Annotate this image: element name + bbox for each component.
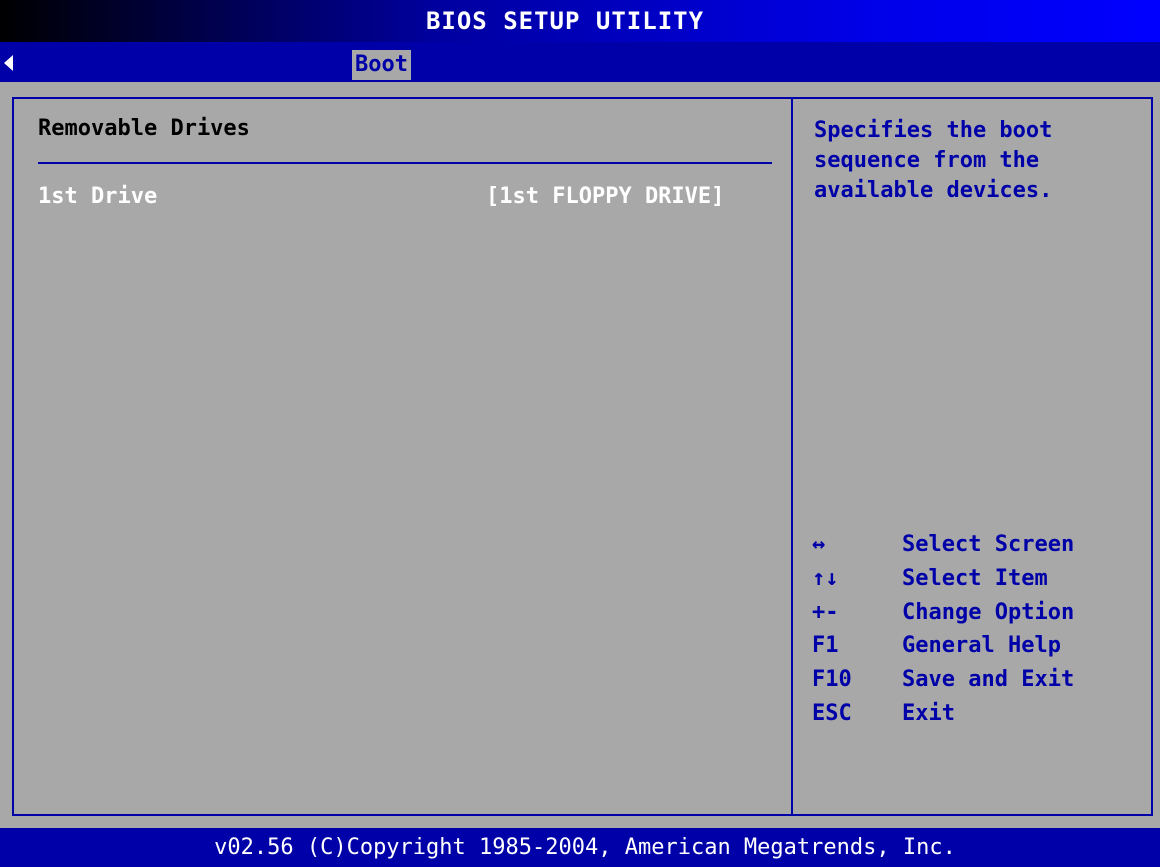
panel-divider [791, 97, 793, 816]
left-arrow-icon[interactable] [4, 55, 13, 71]
key-row: ↔ Select Screen [812, 528, 1074, 562]
key-plus-minus: +- [812, 599, 839, 625]
key-description: Save and Exit [902, 667, 1075, 693]
setting-label-1st-drive[interactable]: 1st Drive [38, 184, 157, 209]
key-row: F10 Save and Exit [812, 663, 1074, 697]
key-description: Exit [902, 700, 955, 726]
tab-boot[interactable]: Boot [352, 50, 411, 80]
key-f10: F10 [812, 667, 852, 693]
key-row: ESC Exit [812, 697, 1074, 731]
key-row: F1 General Help [812, 629, 1074, 663]
copyright-text: v02.56 (C)Copyright 1985-2004, American … [214, 835, 956, 860]
key-f1: F1 [812, 633, 839, 659]
help-line: available devices. [814, 178, 1053, 203]
section-underline [38, 162, 772, 164]
footer-bar: v02.56 (C)Copyright 1985-2004, American … [0, 828, 1160, 867]
help-line: Specifies the boot [814, 118, 1053, 143]
menu-bar: Boot [0, 42, 1160, 82]
help-description: Specifies the boot sequence from the ava… [814, 116, 1144, 206]
bios-title: BIOS SETUP UTILITY [425, 7, 705, 35]
key-row: ↑↓ Select Item [812, 562, 1074, 596]
key-description: Select Item [902, 565, 1048, 591]
key-row: +- Change Option [812, 596, 1074, 630]
key-legend: ↔ Select Screen ↑↓ Select Item +- Change… [812, 528, 1074, 731]
key-left-right-icon: ↔ [812, 532, 826, 557]
bios-screen: BIOS SETUP UTILITY Boot Removable Drives… [0, 0, 1160, 867]
title-bar: BIOS SETUP UTILITY [0, 0, 1160, 42]
key-up-down-icon: ↑↓ [812, 565, 839, 591]
key-description: Select Screen [902, 532, 1075, 557]
setting-value-1st-drive[interactable]: [1st FLOPPY DRIVE] [486, 184, 724, 209]
key-description: General Help [902, 633, 1061, 659]
help-line: sequence from the [814, 148, 1040, 173]
key-description: Change Option [902, 599, 1075, 625]
section-title: Removable Drives [38, 116, 250, 141]
key-esc: ESC [812, 700, 852, 726]
